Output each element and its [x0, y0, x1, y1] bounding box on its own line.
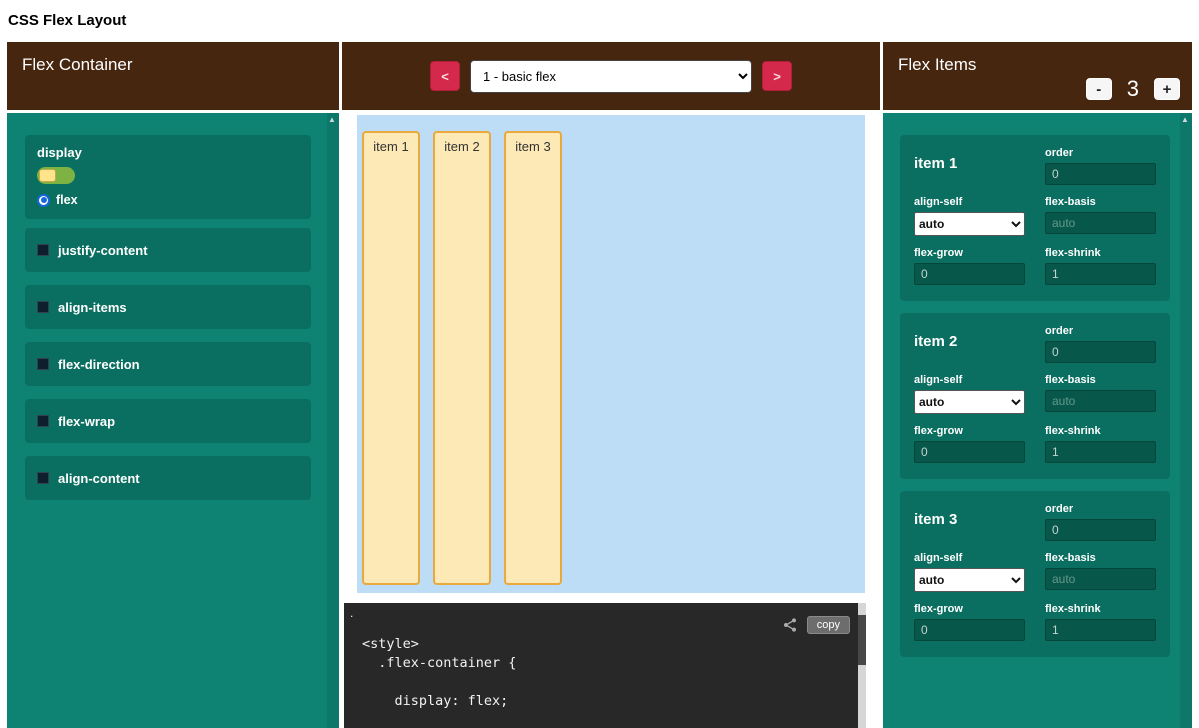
checkbox-icon[interactable]	[37, 472, 49, 484]
flex-basis-input[interactable]	[1045, 568, 1156, 590]
share-icon[interactable]	[782, 617, 798, 633]
display-label: display	[37, 145, 299, 160]
copy-button[interactable]: copy	[807, 616, 850, 634]
item-card-title: item 2	[914, 325, 1025, 363]
display-card: display flex	[25, 135, 311, 219]
code-dot: .	[350, 606, 353, 620]
page-title: CSS Flex Layout	[0, 0, 1199, 42]
remove-item-button[interactable]: -	[1086, 78, 1112, 100]
flex-item-card-1: item 1 order align-self auto flex-basis …	[900, 135, 1170, 301]
align-self-select[interactable]: auto	[914, 390, 1025, 414]
flex-shrink-label: flex-shrink	[1045, 425, 1156, 437]
scroll-up-icon: ▲	[1181, 115, 1189, 124]
code-toolbar: copy	[782, 616, 850, 634]
code-scrollbar[interactable]	[858, 603, 866, 728]
prop-card-align-items[interactable]: align-items	[25, 285, 311, 329]
align-self-label: align-self	[914, 552, 1025, 564]
item-card-title: item 3	[914, 503, 1025, 541]
order-label: order	[1045, 147, 1156, 159]
example-select[interactable]: 1 - basic flex	[470, 60, 752, 93]
order-label: order	[1045, 325, 1156, 337]
scroll-up-icon: ▲	[328, 115, 336, 124]
flex-items-body: item 1 order align-self auto flex-basis …	[883, 113, 1192, 728]
prop-card-flex-wrap[interactable]: flex-wrap	[25, 399, 311, 443]
next-example-button[interactable]: >	[762, 61, 792, 91]
checkbox-icon[interactable]	[37, 301, 49, 313]
prop-label: align-content	[58, 471, 140, 486]
prop-label: align-items	[58, 300, 127, 315]
radio-checked-icon	[37, 194, 50, 207]
main-layout: Flex Container display flex justify-cont…	[0, 42, 1199, 728]
flex-grow-input[interactable]	[914, 263, 1025, 285]
item-count-controls: - 3 +	[1086, 76, 1180, 102]
checkbox-icon[interactable]	[37, 358, 49, 370]
flex-basis-label: flex-basis	[1045, 196, 1156, 208]
flex-basis-label: flex-basis	[1045, 374, 1156, 386]
prev-example-button[interactable]: <	[430, 61, 460, 91]
preview-panel: < 1 - basic flex > item 1 item 2 item 3 …	[342, 42, 880, 728]
radio-label: flex	[56, 193, 78, 207]
flex-grow-input[interactable]	[914, 619, 1025, 641]
align-self-select[interactable]: auto	[914, 568, 1025, 592]
flex-shrink-input[interactable]	[1045, 263, 1156, 285]
flex-item-card-2: item 2 order align-self auto flex-basis …	[900, 313, 1170, 479]
flex-container-body: display flex justify-content align-items	[7, 113, 339, 728]
add-item-button[interactable]: +	[1154, 78, 1180, 100]
flex-shrink-input[interactable]	[1045, 441, 1156, 463]
flex-items-panel: Flex Items - 3 + item 1 order align-self…	[883, 42, 1192, 728]
flex-basis-input[interactable]	[1045, 390, 1156, 412]
prop-label: flex-direction	[58, 357, 140, 372]
flex-items-title: Flex Items	[898, 55, 976, 74]
flex-container-title: Flex Container	[22, 55, 133, 74]
right-panel-scrollbar[interactable]: ▲	[1180, 113, 1192, 728]
flex-shrink-input[interactable]	[1045, 619, 1156, 641]
flex-items-header: Flex Items - 3 +	[883, 42, 1192, 110]
flex-grow-label: flex-grow	[914, 425, 1025, 437]
prop-card-justify-content[interactable]: justify-content	[25, 228, 311, 272]
order-input[interactable]	[1045, 163, 1156, 185]
code-scrollbar-thumb[interactable]	[858, 615, 866, 665]
align-self-label: align-self	[914, 196, 1025, 208]
flex-container-preview: item 1 item 2 item 3	[357, 115, 865, 593]
flex-shrink-label: flex-shrink	[1045, 603, 1156, 615]
flex-grow-label: flex-grow	[914, 603, 1025, 615]
display-toggle[interactable]	[37, 167, 75, 184]
toggle-knob-icon	[39, 169, 56, 182]
order-input[interactable]	[1045, 341, 1156, 363]
display-flex-radio[interactable]: flex	[37, 193, 299, 207]
order-label: order	[1045, 503, 1156, 515]
flex-grow-input[interactable]	[914, 441, 1025, 463]
flex-container-header: Flex Container	[7, 42, 339, 110]
example-nav-header: < 1 - basic flex >	[342, 42, 880, 110]
preview-flex-item: item 1	[362, 131, 420, 585]
align-self-select[interactable]: auto	[914, 212, 1025, 236]
checkbox-icon[interactable]	[37, 415, 49, 427]
left-panel-scrollbar[interactable]: ▲	[327, 113, 339, 728]
align-self-label: align-self	[914, 374, 1025, 386]
code-panel: . copy <style> .flex-container { display…	[344, 603, 866, 728]
flex-basis-label: flex-basis	[1045, 552, 1156, 564]
item-count: 3	[1127, 76, 1139, 102]
prop-label: flex-wrap	[58, 414, 115, 429]
flex-shrink-label: flex-shrink	[1045, 247, 1156, 259]
flex-grow-label: flex-grow	[914, 247, 1025, 259]
flex-item-card-3: item 3 order align-self auto flex-basis …	[900, 491, 1170, 657]
item-card-title: item 1	[914, 147, 1025, 185]
flex-basis-input[interactable]	[1045, 212, 1156, 234]
preview-flex-item: item 2	[433, 131, 491, 585]
preview-flex-item: item 3	[504, 131, 562, 585]
flex-container-panel: Flex Container display flex justify-cont…	[7, 42, 339, 728]
prop-card-align-content[interactable]: align-content	[25, 456, 311, 500]
checkbox-icon[interactable]	[37, 244, 49, 256]
prop-label: justify-content	[58, 243, 148, 258]
order-input[interactable]	[1045, 519, 1156, 541]
prop-card-flex-direction[interactable]: flex-direction	[25, 342, 311, 386]
